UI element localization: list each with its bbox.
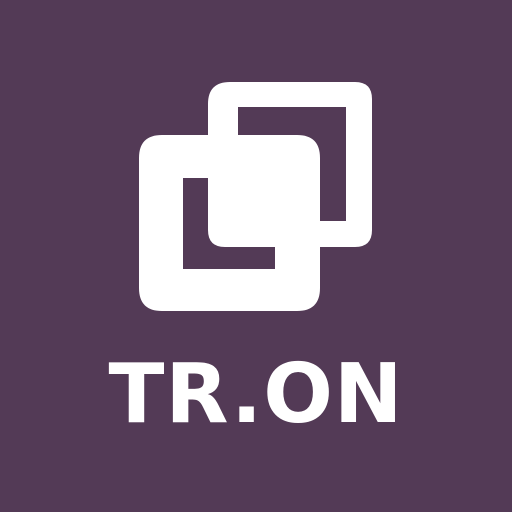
brand-wordmark: TR.ON — [108, 347, 404, 442]
overlap-square-shape — [238, 178, 275, 221]
app-icon: TR.ON — [0, 0, 512, 512]
